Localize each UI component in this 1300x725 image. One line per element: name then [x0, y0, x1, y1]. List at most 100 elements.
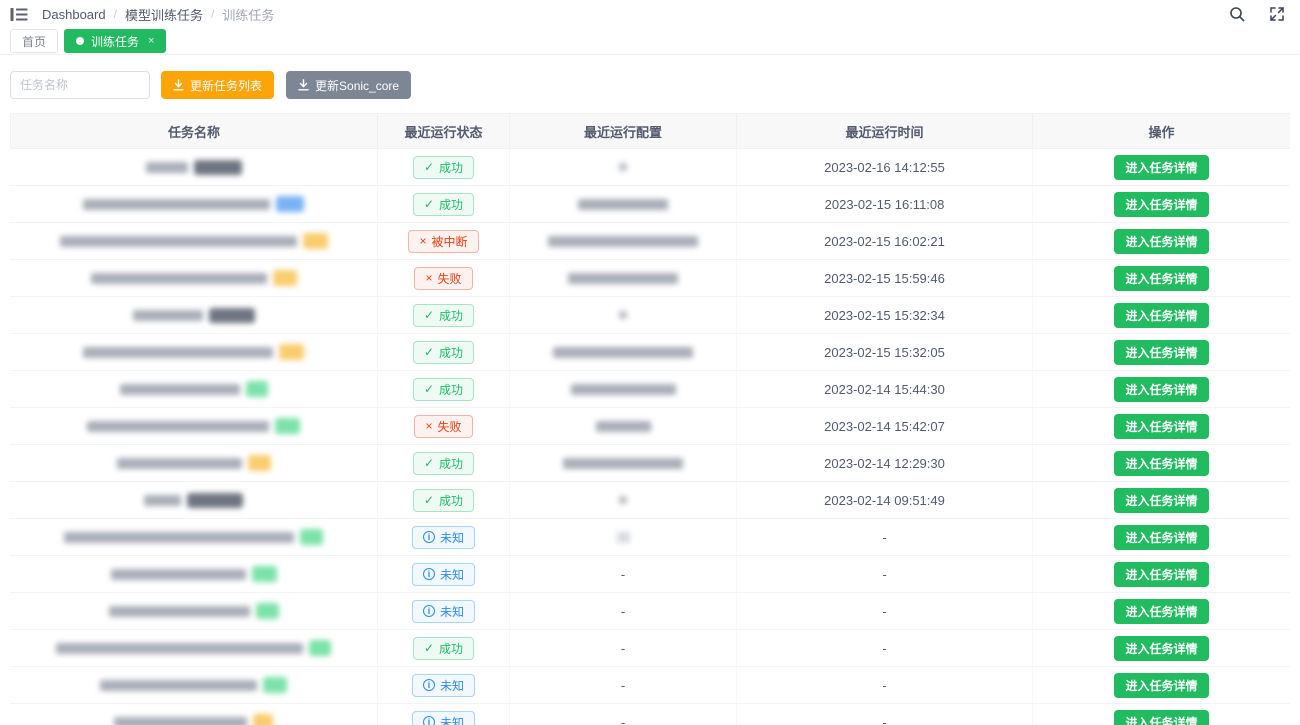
redacted-tag-yellow-segment — [248, 455, 271, 471]
redacted-text-segment — [56, 643, 303, 654]
tab-nav: 首页 训练任务 × — [0, 28, 1300, 55]
redacted-tag-blue-segment — [276, 196, 304, 212]
config-cell — [510, 223, 737, 259]
redacted-tag-green-segment — [246, 381, 268, 397]
config-cell: - — [510, 556, 737, 592]
enter-task-detail-button[interactable]: 进入任务详情 — [1114, 340, 1208, 365]
info-circle-icon: i — [423, 605, 435, 617]
action-cell: 进入任务详情 — [1033, 223, 1290, 259]
task-name-cell — [10, 334, 378, 370]
redacted-tag-green-segment — [300, 529, 323, 545]
tab-training-tasks[interactable]: 训练任务 × — [64, 29, 166, 53]
page: Dashboard / 模型训练任务 / 训练任务 首页 — [0, 0, 1300, 725]
enter-task-detail-button[interactable]: 进入任务详情 — [1114, 451, 1208, 476]
action-cell: 进入任务详情 — [1033, 371, 1290, 407]
enter-task-detail-button[interactable]: 进入任务详情 — [1114, 155, 1208, 180]
table-row: ✓成功 2023-02-14 09:51:49 进入任务详情 — [10, 482, 1290, 519]
enter-task-detail-button[interactable]: 进入任务详情 — [1114, 599, 1208, 624]
run-time-cell: 2023-02-16 14:12:55 — [737, 149, 1033, 185]
status-cell: ✓成功 — [378, 186, 510, 222]
column-header-task-name: 任务名称 — [10, 114, 378, 148]
breadcrumb-separator: / — [211, 7, 214, 21]
status-cell: ×被中断 — [378, 223, 510, 259]
task-name-cell — [10, 408, 378, 444]
update-sonic-core-button[interactable]: 更新Sonic_core — [286, 71, 411, 99]
status-label: 未知 — [440, 603, 464, 620]
breadcrumb-item-dashboard[interactable]: Dashboard — [42, 7, 106, 22]
redacted-text-segment — [100, 680, 257, 691]
sidebar-fold-icon[interactable] — [8, 3, 30, 25]
status-cell: i未知 — [378, 704, 510, 725]
enter-task-detail-button[interactable]: 进入任务详情 — [1114, 673, 1208, 698]
enter-task-detail-button[interactable]: 进入任务详情 — [1114, 562, 1208, 587]
status-label: 失败 — [438, 270, 462, 287]
tab-home[interactable]: 首页 — [10, 29, 58, 53]
redacted-config-segment — [596, 421, 651, 432]
table-body: ✓成功2023-02-16 14:12:55进入任务详情✓成功2023-02-1… — [10, 149, 1290, 725]
enter-task-detail-button[interactable]: 进入任务详情 — [1114, 303, 1208, 328]
task-name-input[interactable] — [10, 71, 150, 99]
enter-task-detail-button[interactable]: 进入任务详情 — [1114, 377, 1208, 402]
task-name-cell — [10, 186, 378, 222]
breadcrumb-item-training-tasks: 训练任务 — [222, 5, 274, 24]
run-time-cell: - — [737, 593, 1033, 629]
action-cell: 进入任务详情 — [1033, 149, 1290, 185]
redacted-tag-green-segment — [256, 603, 279, 619]
task-name-cell — [10, 519, 378, 555]
table-row: ✓成功2023-02-15 15:32:34进入任务详情 — [10, 297, 1290, 334]
search-icon[interactable] — [1226, 3, 1248, 25]
redacted-dark-segment — [194, 160, 242, 175]
redacted-config-dot — [619, 496, 627, 504]
task-name-cell — [10, 223, 378, 259]
redacted-config-segment — [571, 384, 676, 395]
enter-task-detail-button[interactable]: 进入任务详情 — [1114, 636, 1208, 661]
status-badge-success: ✓ 成功 — [413, 156, 474, 179]
task-name-cell — [10, 149, 378, 185]
enter-task-detail-button[interactable]: 进入任务详情 — [1114, 229, 1208, 254]
run-time-cell: 2023-02-15 16:02:21 — [737, 223, 1033, 259]
redacted-dark-segment — [187, 493, 243, 508]
check-icon: ✓ — [424, 642, 434, 654]
enter-task-detail-button[interactable]: 进入任务详情 — [1114, 525, 1208, 550]
redacted-text-segment — [144, 495, 181, 506]
task-name-cell — [10, 482, 378, 518]
config-cell — [510, 186, 737, 222]
task-name-cell — [10, 260, 378, 296]
enter-task-detail-button[interactable]: 进入任务详情 — [1114, 710, 1208, 725]
status-cell: ✓成功 — [378, 630, 510, 666]
table-row: ×失败2023-02-14 15:42:07进入任务详情 — [10, 408, 1290, 445]
enter-task-detail-button[interactable]: 进入任务详情 — [1114, 192, 1208, 217]
enter-task-detail-button[interactable]: 进入任务详情 — [1114, 266, 1208, 291]
table-row: i未知--进入任务详情 — [10, 704, 1290, 725]
enter-task-detail-button[interactable]: 进入任务详情 — [1114, 414, 1208, 439]
table-row: ✓成功2023-02-15 15:32:05进入任务详情 — [10, 334, 1290, 371]
breadcrumb-item-model-training[interactable]: 模型训练任务 — [125, 5, 203, 24]
fullscreen-icon[interactable] — [1266, 3, 1288, 25]
check-icon: ✓ — [424, 161, 434, 173]
status-badge-success: ✓成功 — [413, 452, 474, 475]
info-circle-icon: i — [423, 679, 435, 691]
redacted-tag-green-segment — [263, 677, 287, 693]
redacted-text-segment — [117, 458, 242, 469]
status-label: 成功 — [439, 159, 463, 176]
update-task-list-button[interactable]: 更新任务列表 — [161, 71, 274, 99]
column-header-run-time: 最近运行时间 — [737, 114, 1033, 148]
tasks-table: 任务名称 最近运行状态 最近运行配置 最近运行时间 操作 ✓成功2023-02-… — [10, 113, 1290, 725]
tab-close-icon[interactable]: × — [148, 35, 154, 47]
run-time-cell: 2023-02-14 15:44:30 — [737, 371, 1033, 407]
status-badge-success: ✓成功 — [413, 304, 474, 327]
status-cell: ✓成功 — [378, 482, 510, 518]
action-cell: 进入任务详情 — [1033, 482, 1290, 518]
status-label: 成功 — [439, 344, 463, 361]
enter-task-detail-button[interactable]: 进入任务详情 — [1114, 488, 1208, 513]
redacted-tag-green-segment — [275, 418, 300, 434]
status-cell: ✓成功 — [378, 334, 510, 370]
table-row: i未知-进入任务详情 — [10, 519, 1290, 556]
action-cell: 进入任务详情 — [1033, 704, 1290, 725]
status-label: 未知 — [440, 677, 464, 694]
config-cell: - — [510, 593, 737, 629]
action-cell: 进入任务详情 — [1033, 445, 1290, 481]
table-row: i未知--进入任务详情 — [10, 667, 1290, 704]
redacted-tag-green-segment — [252, 566, 277, 582]
run-time-cell: 2023-02-14 09:51:49 — [737, 482, 1033, 518]
